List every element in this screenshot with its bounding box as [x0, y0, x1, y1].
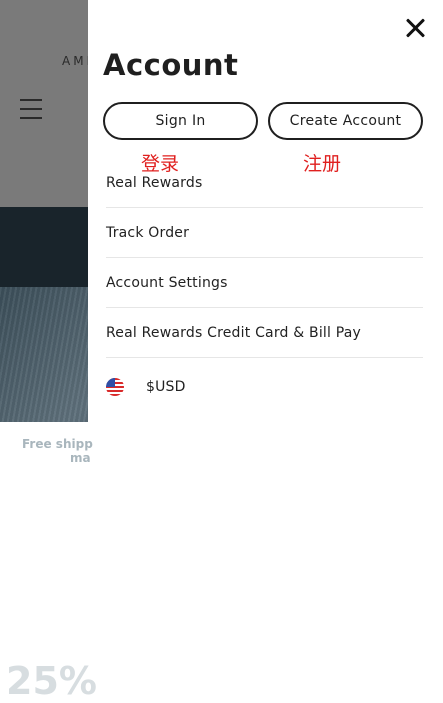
shipping-banner-text-2: ma	[70, 451, 91, 465]
menu-item-real-rewards[interactable]: Real Rewards	[106, 157, 423, 208]
currency-label: $USD	[146, 379, 186, 395]
shipping-banner-text: Free shipp	[22, 437, 93, 451]
hamburger-menu-icon[interactable]	[20, 99, 42, 119]
create-account-button[interactable]: Create Account	[268, 102, 423, 140]
menu-item-credit-card-bill-pay[interactable]: Real Rewards Credit Card & Bill Pay	[106, 308, 423, 358]
promo-text: 25%	[6, 659, 97, 703]
menu-item-account-settings[interactable]: Account Settings	[106, 258, 423, 308]
close-icon[interactable]	[404, 17, 426, 39]
sign-in-button[interactable]: Sign In	[103, 102, 258, 140]
menu-item-track-order[interactable]: Track Order	[106, 208, 423, 258]
account-menu: Real Rewards Track Order Account Setting…	[106, 157, 423, 416]
us-flag-icon	[106, 378, 124, 396]
account-drawer: Account Sign In Create Account 登录 注册 Rea…	[88, 0, 443, 422]
drawer-title: Account	[103, 48, 239, 82]
currency-selector[interactable]: $USD	[106, 358, 423, 416]
